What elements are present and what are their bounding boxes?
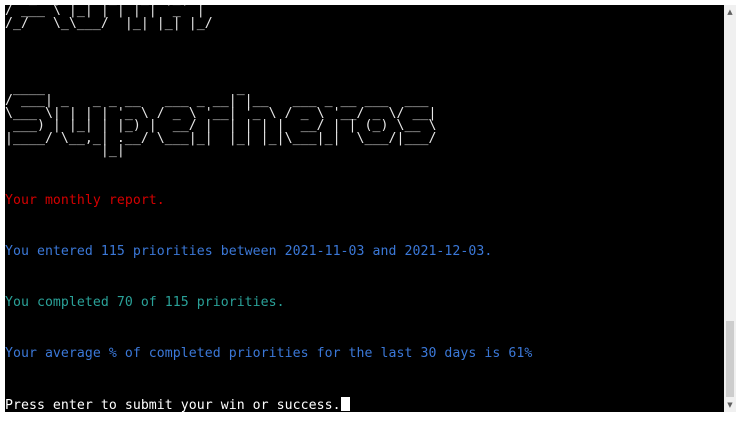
terminal-window[interactable]: / _ \| | | |_ _| |_| | / ___ \ |_| | | |…	[5, 5, 724, 412]
vertical-scrollbar[interactable]: ▲ ▼	[724, 5, 736, 412]
report-title-line: Your monthly report.	[5, 193, 165, 208]
scrollbar-thumb[interactable]	[726, 321, 734, 397]
priorities-completed-line: You completed 70 of 115 priorities.	[5, 295, 285, 310]
priorities-entered-line: You entered 115 priorities between 2021-…	[5, 244, 493, 259]
text-cursor	[340, 397, 350, 411]
average-completion-line: Your average % of completed priorities f…	[5, 346, 533, 361]
arrow-down-icon[interactable]: ▼	[724, 398, 736, 412]
arrow-up-icon[interactable]: ▲	[724, 5, 736, 19]
input-prompt-line[interactable]: Press enter to submit your win or succes…	[5, 397, 350, 412]
banner-art-superheros: ____ _ / ___| _ _ _ __ ___ _ __| |__ ___…	[5, 81, 437, 159]
prompt-text: Press enter to submit your win or succes…	[5, 398, 341, 412]
banner-art-top: / _ \| | | |_ _| |_| | / ___ \ |_| | | |…	[5, 5, 213, 31]
